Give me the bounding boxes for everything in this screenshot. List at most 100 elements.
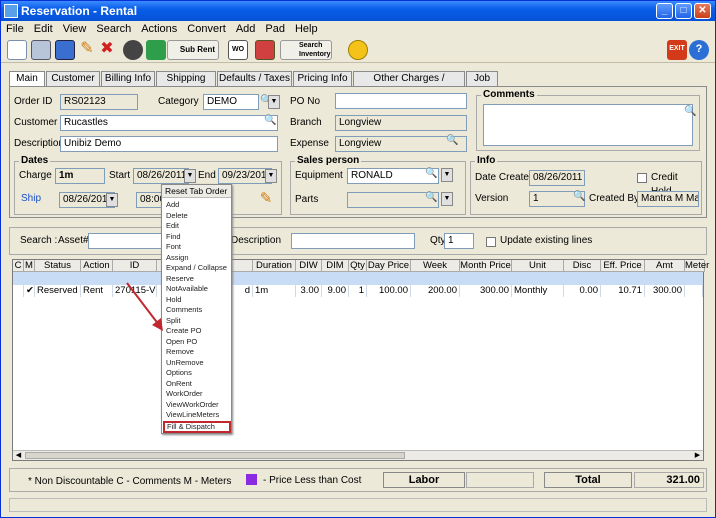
charge-field[interactable]: 1m: [55, 168, 105, 184]
customer-field[interactable]: Rucastles: [60, 115, 278, 131]
expense-search-icon[interactable]: 🔍: [446, 135, 458, 146]
menu-help[interactable]: Help: [290, 21, 323, 37]
tab-other-charges[interactable]: Other Charges / Summary: [353, 71, 465, 98]
grid-tool-icon[interactable]: [146, 40, 166, 60]
col-header-diw[interactable]: DIW: [296, 260, 322, 272]
update-existing-checkbox[interactable]: [486, 237, 496, 247]
edit-pencil-icon[interactable]: ✎: [77, 40, 97, 60]
menu-view[interactable]: View: [58, 21, 92, 37]
version-search-icon[interactable]: 🔍: [573, 191, 585, 202]
menu-item-not-available[interactable]: NotAvailable: [166, 284, 208, 295]
qty-field[interactable]: 1: [444, 233, 474, 249]
order-id-field[interactable]: RS02123: [60, 94, 138, 110]
work-order-button[interactable]: WO: [228, 40, 248, 60]
menu-actions[interactable]: Actions: [136, 21, 182, 37]
start-date-dropdown-icon[interactable]: ▼: [184, 169, 196, 183]
asset-search-field[interactable]: [88, 233, 162, 249]
equipment-dropdown-icon[interactable]: ▼: [441, 168, 453, 182]
menu-item-edit[interactable]: Edit: [166, 221, 179, 232]
col-header-duration[interactable]: Duration: [253, 260, 296, 272]
labor-button[interactable]: Labor: [383, 472, 465, 488]
menu-file[interactable]: File: [1, 21, 29, 37]
col-header-unit[interactable]: Unit: [512, 260, 564, 272]
menu-add[interactable]: Add: [231, 21, 261, 37]
col-header-day-price[interactable]: Day Price: [367, 260, 411, 272]
end-date-field[interactable]: 09/23/2011: [218, 168, 272, 184]
menu-convert[interactable]: Convert: [182, 21, 231, 37]
credit-hold-checkbox[interactable]: [637, 173, 647, 183]
menu-item-font[interactable]: Font: [166, 242, 181, 253]
help-icon[interactable]: ?: [689, 40, 709, 60]
row-c-checkbox[interactable]: [13, 284, 24, 297]
menu-edit[interactable]: Edit: [29, 21, 58, 37]
row-m-checkbox[interactable]: ✔: [24, 284, 35, 297]
col-header-status[interactable]: Status: [35, 260, 81, 272]
parts-search-icon[interactable]: 🔍: [425, 192, 437, 203]
menu-item-view-line-meters[interactable]: ViewLineMeters: [166, 410, 219, 421]
menu-search[interactable]: Search: [91, 21, 136, 37]
col-header-eff-price[interactable]: Eff. Price: [601, 260, 645, 272]
menu-item-view-work-order[interactable]: ViewWorkOrder: [166, 400, 219, 411]
category-field[interactable]: DEMO: [203, 94, 259, 110]
end-date-dropdown-icon[interactable]: ▼: [265, 169, 277, 183]
edit-pencil-icon[interactable]: ✎: [256, 190, 276, 210]
menu-item-assign[interactable]: Assign: [166, 253, 189, 264]
description-field[interactable]: Unibiz Demo: [60, 136, 278, 152]
col-header-action[interactable]: Action: [81, 260, 113, 272]
report-icon[interactable]: [255, 40, 275, 60]
tab-customer[interactable]: Customer: [46, 71, 100, 86]
context-menu-header[interactable]: Reset Tab Order: [162, 185, 231, 198]
ship-date-dropdown-icon[interactable]: ▼: [106, 193, 118, 207]
ship-link[interactable]: Ship: [21, 192, 41, 206]
menu-item-find[interactable]: Find: [166, 232, 181, 243]
tab-defaults-taxes[interactable]: Defaults / Taxes: [217, 71, 292, 86]
comments-search-icon[interactable]: 🔍: [684, 106, 696, 117]
comments-field[interactable]: [483, 104, 693, 146]
menu-item-remove[interactable]: Remove: [166, 347, 194, 358]
category-dropdown-icon[interactable]: ▼: [268, 95, 280, 109]
menu-item-add[interactable]: Add: [166, 200, 179, 211]
menu-item-options[interactable]: Options: [166, 368, 192, 379]
menu-item-create-po[interactable]: Create PO: [166, 326, 201, 337]
col-header-qty[interactable]: Qty: [349, 260, 367, 272]
table-row[interactable]: ✔ Reserved Rent 270115-V d 1m 3.00 9.00 …: [13, 272, 703, 297]
col-header-month-price[interactable]: Month Price: [460, 260, 512, 272]
save-icon[interactable]: [55, 40, 75, 60]
scroll-right-icon[interactable]: ▶: [693, 451, 702, 460]
minimize-button[interactable]: _: [656, 3, 673, 19]
sub-rent-button[interactable]: Sub Rent: [167, 40, 219, 60]
menu-item-fill-dispatch[interactable]: Fill & Dispatch: [163, 421, 231, 433]
coin-icon[interactable]: [348, 40, 368, 60]
col-header-week-price[interactable]: Week Price: [411, 260, 460, 283]
customer-search-icon[interactable]: 🔍: [264, 115, 276, 126]
print-icon[interactable]: [31, 40, 51, 60]
maximize-button[interactable]: □: [675, 3, 692, 19]
col-header-dim[interactable]: DIM: [322, 260, 349, 272]
menu-item-on-rent[interactable]: OnRent: [166, 379, 192, 390]
search-inventory-button[interactable]: Search Inventory: [280, 40, 332, 60]
search-description-field[interactable]: [291, 233, 415, 249]
menu-item-comments[interactable]: Comments: [166, 305, 202, 316]
col-header-m[interactable]: M: [24, 260, 35, 272]
new-document-icon[interactable]: [7, 40, 27, 60]
col-header-meter[interactable]: Meter A: [685, 260, 709, 283]
scroll-thumb[interactable]: [25, 452, 405, 459]
scroll-left-icon[interactable]: ◀: [14, 451, 23, 460]
binoculars-icon[interactable]: [123, 40, 143, 60]
menu-item-unremove[interactable]: UnRemove: [166, 358, 204, 369]
menu-item-delete[interactable]: Delete: [166, 211, 188, 222]
start-date-field[interactable]: 08/26/2011: [133, 168, 189, 184]
horizontal-scrollbar[interactable]: ◀ ▶: [13, 450, 703, 460]
tab-main[interactable]: Main: [9, 71, 45, 87]
menu-item-work-order[interactable]: WorkOrder: [166, 389, 203, 400]
col-header-disc[interactable]: Disc: [564, 260, 601, 272]
col-header-amt[interactable]: Amt: [645, 260, 685, 272]
tab-shipping-info[interactable]: Shipping Info: [156, 71, 216, 98]
parts-dropdown-icon[interactable]: ▼: [441, 192, 453, 206]
menu-pad[interactable]: Pad: [260, 21, 290, 37]
exit-button[interactable]: EXIT: [667, 40, 687, 60]
col-header-id[interactable]: ID: [113, 260, 157, 272]
tab-job[interactable]: Job: [466, 71, 498, 86]
menu-item-expand-collapse[interactable]: Expand / Collapse: [166, 263, 227, 274]
tab-pricing-info[interactable]: Pricing Info: [293, 71, 352, 86]
